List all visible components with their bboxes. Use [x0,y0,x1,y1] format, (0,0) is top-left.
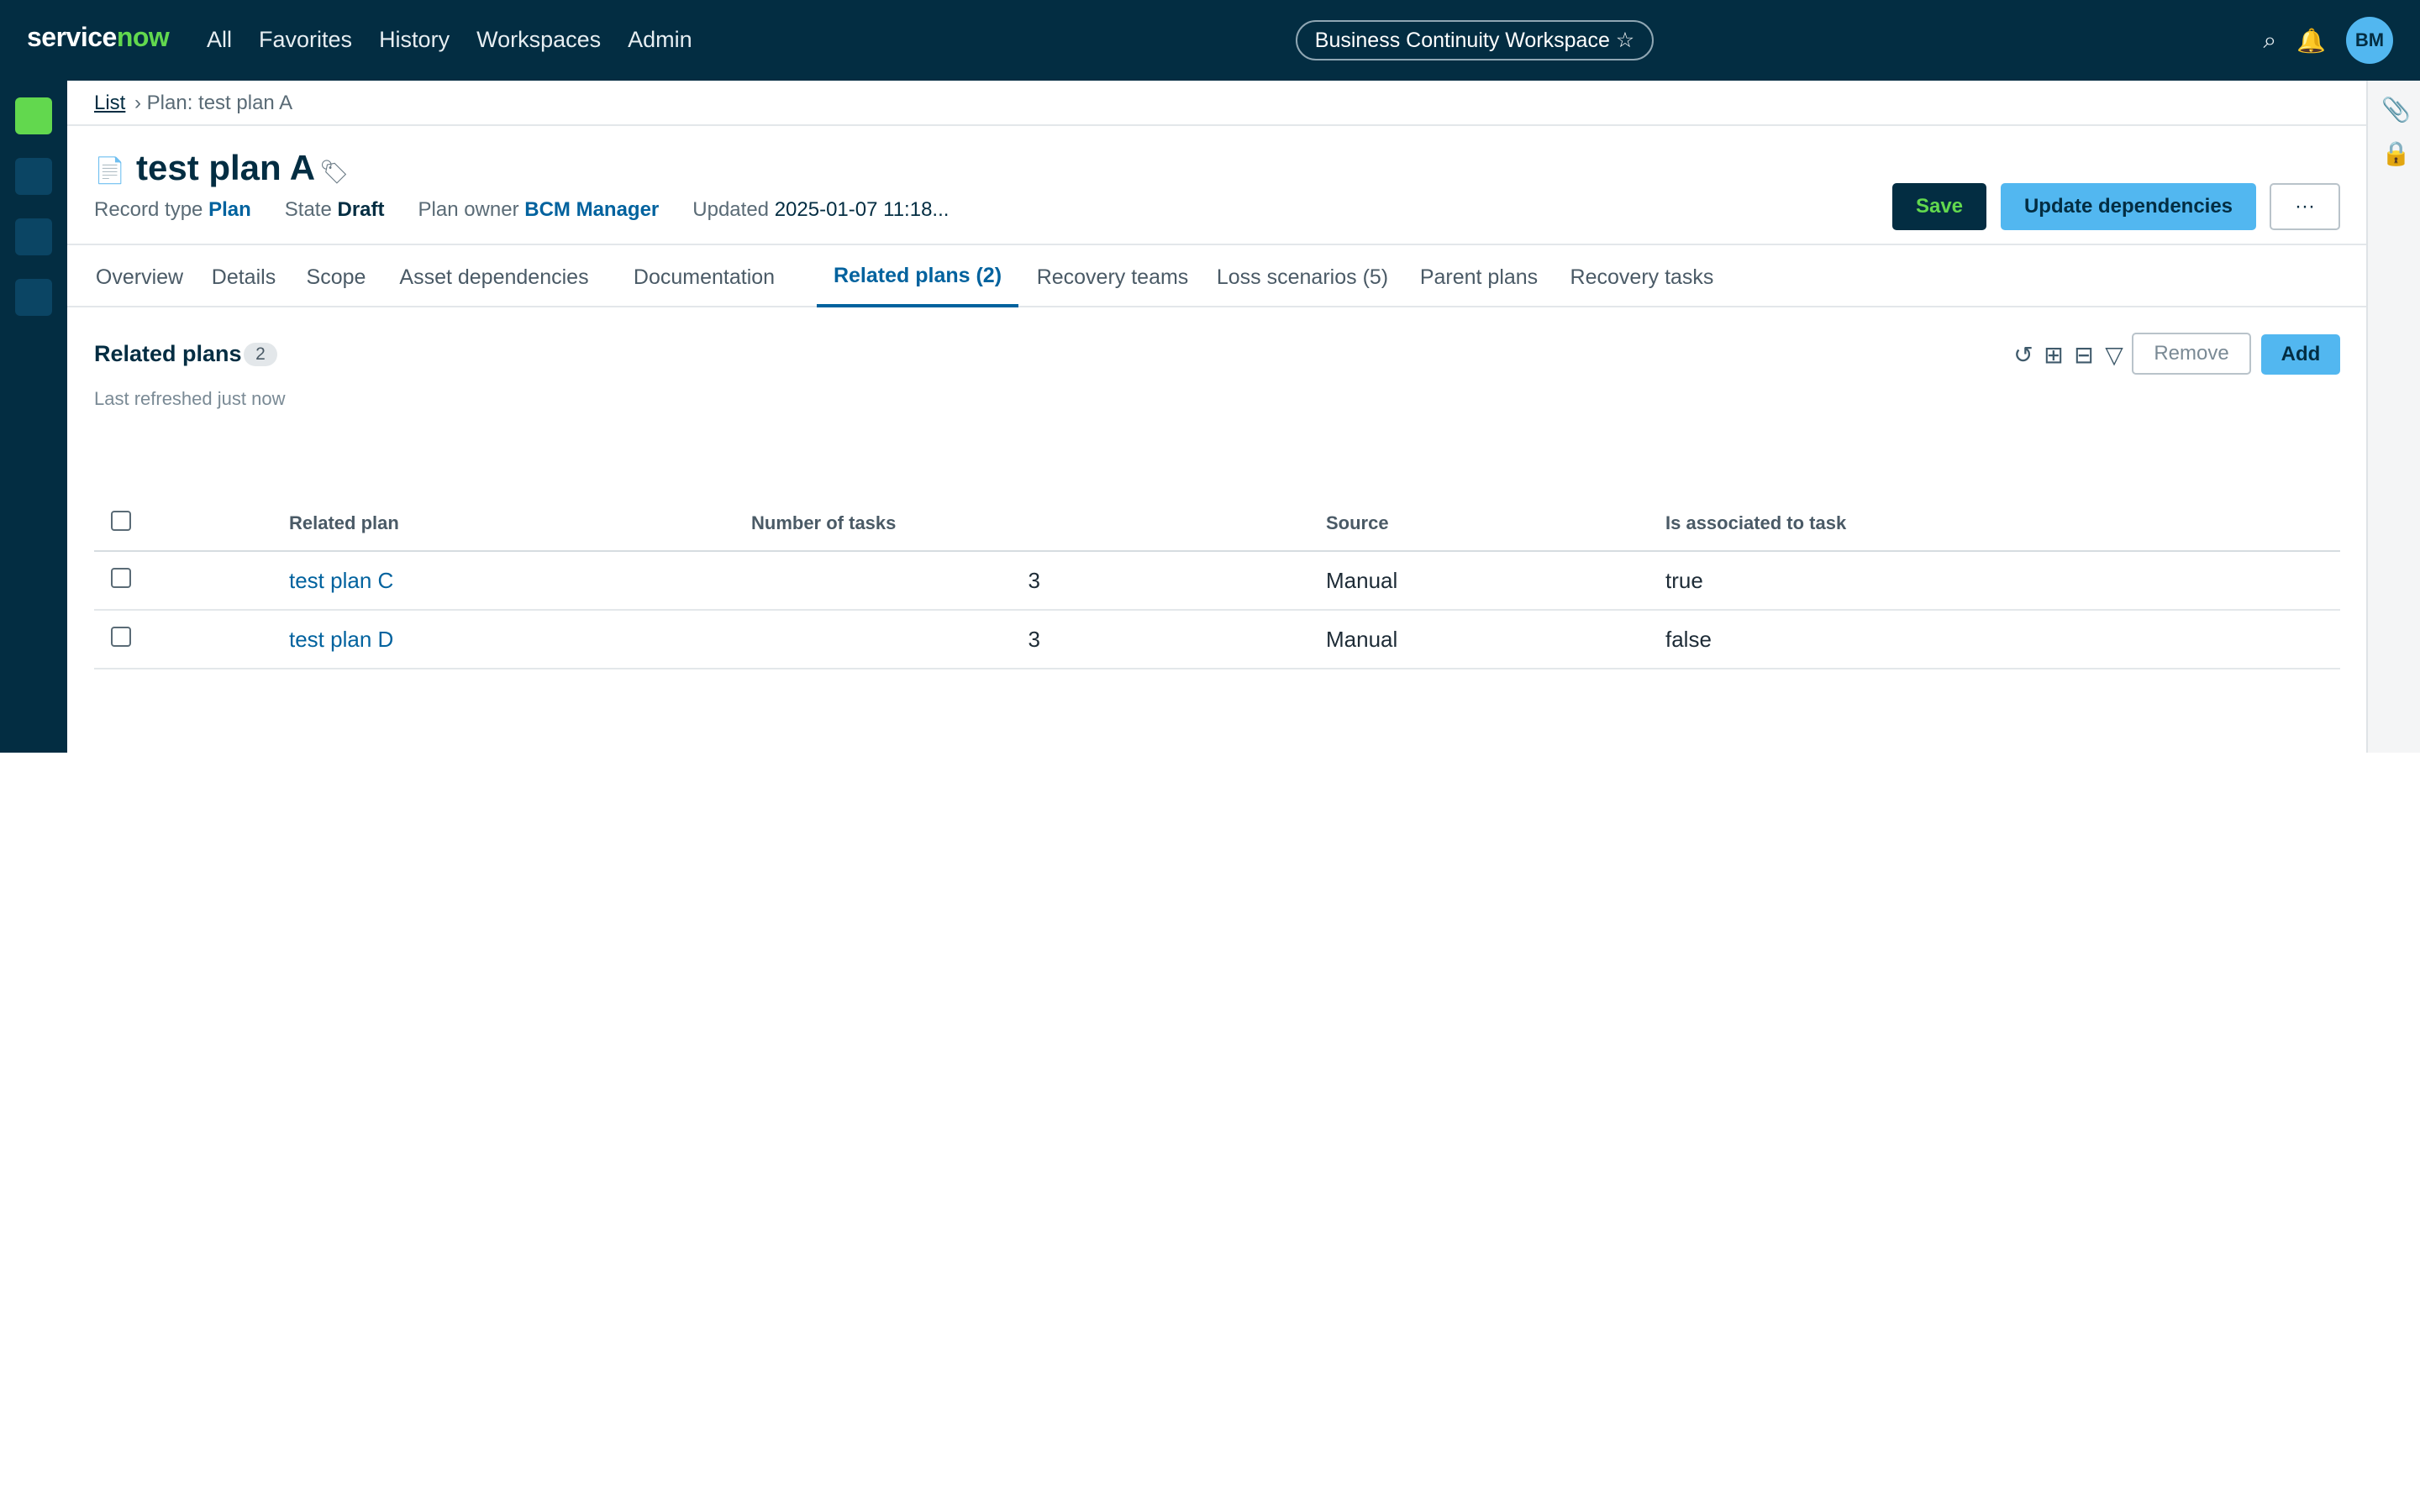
tab-parent-plans[interactable]: Parent plans [1408,247,1549,307]
row-checkbox[interactable] [111,626,131,647]
document-icon: 📄 [94,157,126,185]
table-row: test plan C 3 Manual true [94,551,2340,611]
tag-icon[interactable]: 🏷 [319,158,350,186]
tab-recovery-tasks[interactable]: Recovery tasks [1560,247,1724,307]
breadcrumb-list-link[interactable]: List [94,92,125,115]
nav-admin[interactable]: Admin [628,27,692,53]
nav-favorites[interactable]: Favorites [259,27,352,53]
record-tabs: Overview Details Scope Asset dependencie… [67,247,2366,307]
avatar[interactable]: BM [2346,17,2393,64]
column-related-plan[interactable]: Related plan [289,496,751,552]
tab-asset-dependencies[interactable]: Asset dependencies [387,247,602,307]
breadcrumb: List › Plan: test plan A [67,81,2366,126]
cell-source: Manual [1326,610,1665,669]
record-meta: Record type Plan State Draft Plan owner … [94,198,949,222]
remove-button[interactable]: Remove [2132,333,2251,375]
cell-is-associated: true [1665,551,2340,611]
related-plans-table: Related plan Number of tasks Source Is a… [94,496,2340,669]
servicenow-logo[interactable]: servicenow [27,22,170,53]
bell-icon[interactable]: 🔔 [2296,27,2326,55]
rail-item-home[interactable] [15,97,52,134]
record-type-link[interactable]: Plan [208,198,251,221]
select-all-checkbox[interactable] [111,510,131,531]
logo-text-now: now [116,22,170,52]
table-header-row: Related plan Number of tasks Source Is a… [94,496,2340,552]
rail-item-2[interactable] [15,158,52,195]
row-checkbox[interactable] [111,567,131,588]
row-select-cell [94,610,289,669]
cell-related-plan: test plan C [289,551,751,611]
cell-number-of-tasks[interactable]: 3 [751,610,1326,669]
top-icons: ⌕ 🔔 BM [2263,17,2393,64]
tab-scope[interactable]: Scope [296,247,376,307]
meta-state: State Draft [284,198,385,221]
related-plans-title: Related plans [94,341,242,366]
tab-details[interactable]: Details [202,247,286,307]
collapse-icon[interactable]: ⊟ [2074,341,2094,369]
column-is-associated[interactable]: Is associated to task [1665,496,2340,552]
plan-owner-link[interactable]: BCM Manager [524,198,659,221]
select-all-cell [94,496,289,552]
tab-overview[interactable]: Overview [87,247,192,307]
updated-value: 2025-01-07 11:18... [774,198,950,221]
search-icon[interactable]: ⌕ [2263,27,2276,55]
filter-icon[interactable]: ▽ [2104,341,2124,369]
nav-history[interactable]: History [379,27,450,53]
related-plans-count-badge: 2 [244,343,277,366]
state-value: Draft [337,198,385,221]
add-button[interactable]: Add [2261,334,2340,375]
meta-record-type: Record type Plan [94,198,251,221]
main-nav: All Favorites History Workspaces Admin [207,27,692,53]
refresh-icon[interactable]: ↺ [2013,341,2033,369]
breadcrumb-current: › Plan: test plan A [134,92,293,114]
meta-owner: Plan owner BCM Manager [418,198,660,221]
tab-documentation[interactable]: Documentation [612,247,797,307]
cell-is-associated: false [1665,610,2340,669]
right-rail: 📎 🔒 [2366,81,2420,753]
left-rail [0,81,67,753]
nav-all[interactable]: All [207,27,232,53]
row-select-cell [94,551,289,611]
tab-loss-scenarios[interactable]: Loss scenarios (5) [1207,247,1398,307]
rail-item-4[interactable] [15,279,52,316]
lock-icon[interactable]: 🔒 [2381,139,2411,167]
more-actions-button[interactable]: ··· [2270,183,2340,230]
workspace-selector[interactable]: Business Continuity Workspace ☆ [1296,20,1654,60]
paperclip-icon[interactable]: 📎 [2381,96,2411,123]
save-button[interactable]: Save [1892,183,1986,230]
tab-recovery-teams[interactable]: Recovery teams [1028,247,1197,307]
table-row: test plan D 3 Manual false [94,610,2340,669]
cell-number-of-tasks[interactable]: 3 [751,551,1326,611]
update-dependencies-button[interactable]: Update dependencies [2001,183,2256,230]
nav-workspaces[interactable]: Workspaces [476,27,601,53]
meta-updated: Updated 2025-01-07 11:18... [692,198,950,221]
column-number-of-tasks[interactable]: Number of tasks [751,496,1326,552]
grid-view-icon[interactable]: ⊞ [2044,341,2064,369]
top-navigation-bar: servicenow All Favorites History Workspa… [0,0,2420,81]
rail-item-3[interactable] [15,218,52,255]
column-source[interactable]: Source [1326,496,1665,552]
tab-related-plans[interactable]: Related plans (2) [817,247,1018,307]
cell-source: Manual [1326,551,1665,611]
list-toolbar: ↺ ⊞ ⊟ ▽ [2013,341,2124,369]
last-refreshed-text: Last refreshed just now [94,388,286,409]
cell-related-plan: test plan D [289,610,751,669]
logo-text-service: service [27,22,117,52]
plan-link[interactable]: test plan D [289,627,393,652]
page-title: test plan A [136,148,316,187]
plan-link[interactable]: test plan C [289,568,393,593]
main-content: List › Plan: test plan A 📄 test plan A 🏷… [67,81,2366,753]
